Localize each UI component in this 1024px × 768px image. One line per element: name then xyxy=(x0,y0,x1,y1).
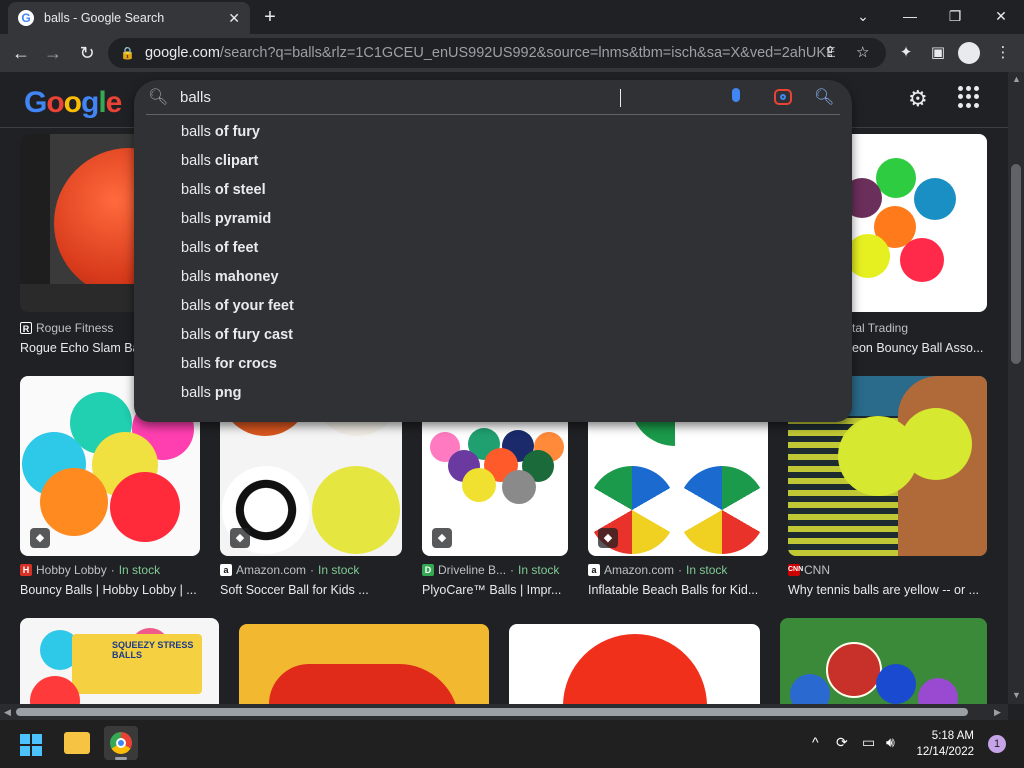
back-icon[interactable]: ← xyxy=(8,40,34,66)
result-caption[interactable]: Inflatable Beach Balls for Kid... xyxy=(588,583,768,597)
scroll-right-icon[interactable]: ▶ xyxy=(994,707,1001,718)
scroll-left-icon[interactable]: ◀ xyxy=(4,707,11,718)
suggestion-item[interactable]: balls for crocs xyxy=(134,350,852,379)
suggestion-item[interactable]: balls clipart xyxy=(134,147,852,176)
source-label[interactable]: a Amazon.com · In stock xyxy=(220,563,359,577)
divider xyxy=(146,114,840,115)
shopping-tag-icon: ◆ xyxy=(30,528,50,548)
text-cursor xyxy=(620,89,621,107)
suggestion-item[interactable]: balls of steel xyxy=(134,176,852,205)
vertical-scroll-thumb[interactable] xyxy=(1011,164,1021,364)
result-caption[interactable]: Bouncy Balls | Hobby Lobby | ... xyxy=(20,583,200,597)
source-label[interactable]: a Amazon.com · In stock xyxy=(588,563,727,577)
image-result-red-rubber-ball[interactable] xyxy=(509,624,760,704)
address-bar[interactable]: 🔒 google.com/search?q=balls&rlz=1C1GCEU_… xyxy=(108,38,886,68)
browser-tab[interactable]: G balls - Google Search ✕ xyxy=(8,2,250,34)
voice-search-icon[interactable] xyxy=(732,88,740,102)
notification-badge[interactable]: 1 xyxy=(988,735,1006,753)
google-images-page: Google ⚙ R Rogue Fitness Rogue Echo Slam … xyxy=(0,72,1008,704)
tab-close-icon[interactable]: ✕ xyxy=(228,10,240,27)
profile-avatar[interactable] xyxy=(958,42,980,64)
result-caption[interactable]: Soft Soccer Ball for Kids ... xyxy=(220,583,402,597)
display-icon[interactable]: ▭ xyxy=(862,734,875,751)
google-favicon-icon: G xyxy=(18,10,34,26)
image-result-squeezy-stress-balls[interactable]: SQUEEZY STRESS BALLS xyxy=(20,618,219,704)
file-explorer-icon[interactable] xyxy=(64,732,90,754)
minimize-button[interactable]: — xyxy=(895,4,925,28)
image-result-bocce-balls[interactable] xyxy=(780,618,987,704)
lock-icon[interactable]: 🔒 xyxy=(120,46,135,60)
forward-icon[interactable]: → xyxy=(40,40,66,66)
windows-taskbar: ^ ⟳ ▭ 🔊︎ 5:18 AM 12/14/2022 1 xyxy=(0,720,1024,768)
shopping-tag-icon: ◆ xyxy=(230,528,250,548)
google-apps-icon[interactable] xyxy=(958,86,980,108)
shopping-tag-icon: ◆ xyxy=(598,528,618,548)
suggestion-item[interactable]: balls of fury cast xyxy=(134,321,852,350)
menu-kebab-icon[interactable]: ⋮ xyxy=(992,42,1014,64)
image-result-neon-bouncy-balls[interactable] xyxy=(852,134,987,312)
suggestion-item[interactable]: balls of fury xyxy=(134,118,852,147)
source-label[interactable]: H Hobby Lobby · In stock xyxy=(20,563,160,577)
chrome-taskbar-icon[interactable] xyxy=(104,726,138,760)
result-caption[interactable]: eon Bouncy Ball Asso... xyxy=(852,341,987,355)
suggestion-item[interactable]: balls mahoney xyxy=(134,263,852,292)
suggestion-list: balls of fury balls clipart balls of ste… xyxy=(134,118,852,408)
tab-title: balls - Google Search xyxy=(44,11,165,25)
source-label[interactable]: R Rogue Fitness xyxy=(20,321,113,335)
result-caption[interactable]: PlyoCare™ Balls | Impr... xyxy=(422,583,568,597)
tab-strip: G balls - Google Search ✕ + ⌄ — ❐ ✕ xyxy=(0,0,1024,34)
search-box-dropdown: 🔍︎ balls 🔍︎ balls of fury balls clipart … xyxy=(134,80,852,422)
url-text: google.com/search?q=balls&rlz=1C1GCEU_en… xyxy=(144,45,835,61)
side-panel-icon[interactable]: ▣ xyxy=(927,42,949,64)
system-clock[interactable]: 5:18 AM 12/14/2022 xyxy=(914,728,974,760)
close-window-button[interactable]: ✕ xyxy=(986,4,1016,28)
sync-icon[interactable]: ⟳ xyxy=(836,734,848,751)
scroll-down-icon[interactable]: ▼ xyxy=(1012,690,1021,700)
show-hidden-icons-chevron-icon[interactable]: ^ xyxy=(812,734,819,750)
image-result-red-balloon[interactable] xyxy=(239,624,489,704)
search-submit-icon[interactable]: 🔍︎ xyxy=(814,87,834,107)
browser-toolbar: ← → ↻ 🔒 google.com/search?q=balls&rlz=1C… xyxy=(0,34,1024,72)
extensions-icon[interactable]: ✦ xyxy=(895,42,917,64)
suggestion-item[interactable]: balls pyramid xyxy=(134,205,852,234)
bookmark-star-icon[interactable]: ☆ xyxy=(856,43,869,61)
tab-search-chevron-icon[interactable]: ⌄ xyxy=(848,4,878,28)
source-label[interactable]: CNN CNN xyxy=(788,563,830,577)
vertical-scrollbar[interactable]: ▲ ▼ xyxy=(1008,72,1024,704)
result-caption[interactable]: Why tennis balls are yellow -- or ... xyxy=(788,583,987,597)
horizontal-scrollbar[interactable]: ◀ ▶ xyxy=(0,704,1008,720)
search-icon: 🔍︎ xyxy=(148,89,169,106)
horizontal-scroll-thumb[interactable] xyxy=(16,708,968,716)
suggestion-item[interactable]: balls png xyxy=(134,379,852,408)
source-label[interactable]: D Driveline B... · In stock xyxy=(422,563,559,577)
suggestion-item[interactable]: balls of your feet xyxy=(134,292,852,321)
share-icon[interactable]: ⇪ xyxy=(824,43,837,61)
settings-gear-icon[interactable]: ⚙ xyxy=(908,86,928,112)
google-lens-icon[interactable] xyxy=(774,89,792,105)
windows-start-icon[interactable] xyxy=(20,734,42,756)
suggestion-item[interactable]: balls of feet xyxy=(134,234,852,263)
restore-button[interactable]: ❐ xyxy=(940,4,970,28)
google-logo[interactable]: Google xyxy=(24,86,122,120)
scroll-up-icon[interactable]: ▲ xyxy=(1012,74,1021,84)
product-label: SQUEEZY STRESS BALLS xyxy=(72,634,202,694)
shopping-tag-icon: ◆ xyxy=(432,528,452,548)
source-label[interactable]: tal Trading xyxy=(852,321,908,335)
new-tab-button[interactable]: + xyxy=(258,6,282,28)
search-input[interactable]: balls xyxy=(180,89,211,106)
reload-icon[interactable]: ↻ xyxy=(74,40,100,66)
volume-icon[interactable]: 🔊︎ xyxy=(886,734,895,751)
